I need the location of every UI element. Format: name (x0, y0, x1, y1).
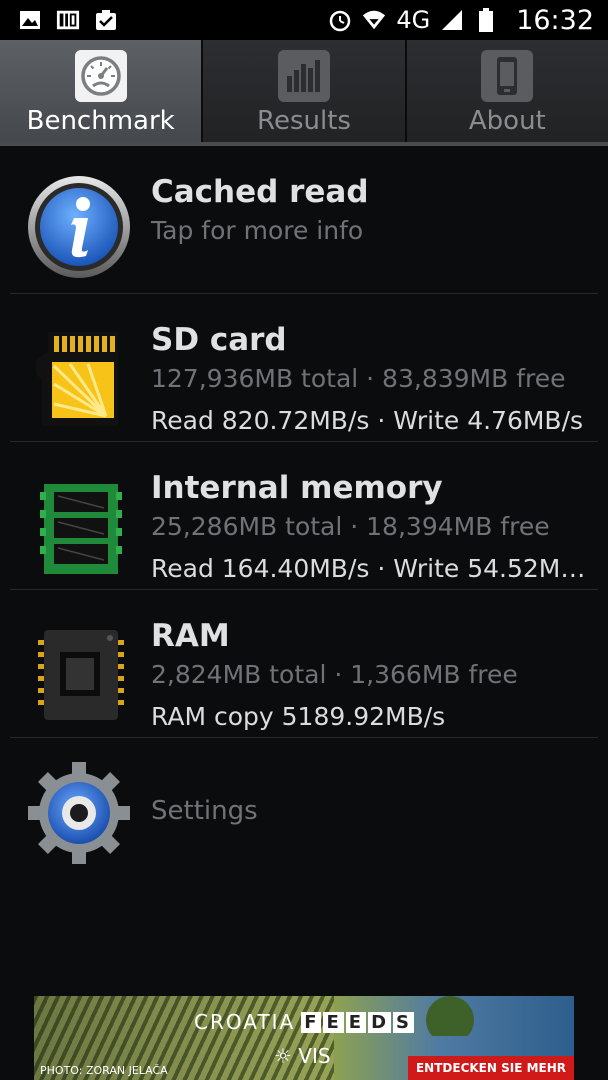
list-item-settings[interactable]: Settings (10, 738, 598, 888)
tab-benchmark[interactable]: Benchmark (0, 40, 204, 144)
sd-card-icon (26, 322, 136, 432)
alarm-icon (328, 8, 352, 32)
speedometer-icon (74, 50, 127, 102)
tab-label: Results (257, 106, 351, 136)
signal-icon (440, 8, 464, 32)
tab-label: About (468, 106, 546, 136)
settings-label: Settings (151, 796, 258, 826)
gear-icon (26, 760, 136, 870)
ad-feeds-logo: F E E D S (301, 1011, 414, 1033)
item-subtitle: 127,936MB total · 83,839MB free (151, 364, 566, 393)
bar-chart-icon (277, 50, 330, 102)
item-title: Cached read (151, 174, 369, 210)
item-title: RAM (151, 618, 230, 654)
ad-decoration (414, 996, 504, 1036)
news-notification-icon (56, 8, 80, 32)
item-subtitle: Tap for more info (151, 216, 364, 245)
item-subtitle: 2,824MB total · 1,366MB free (151, 660, 518, 689)
status-bar: 4G 16:32 (0, 0, 608, 40)
ad-feeds-letter: S (393, 1011, 414, 1033)
phone-icon (481, 50, 534, 102)
ad-feeds-letter: E (323, 1011, 344, 1033)
item-detail: RAM copy 5189.92MB/s (151, 702, 446, 731)
ad-photo-credit: PHOTO: ZORAN JELAČA (40, 1064, 168, 1077)
ad-banner[interactable]: CROATIA F E E D S ☼ VIS PHOTO: ZORAN JEL… (34, 996, 574, 1080)
ad-feeds-letter: E (345, 1011, 367, 1033)
list-item-cached-read[interactable]: Cached read Tap for more info (10, 146, 598, 294)
ad-feeds-letter: D (368, 1011, 392, 1033)
task-notification-icon (94, 8, 118, 32)
ad-title: CROATIA F E E D S (194, 1010, 414, 1034)
item-detail: Read 820.72MB/s · Write 4.76MB/s (151, 406, 584, 435)
ad-place: ☼ VIS (274, 1044, 331, 1068)
memory-chip-icon (26, 470, 136, 580)
ram-chip-icon (26, 618, 136, 728)
list-item-sd-card[interactable]: SD card 127,936MB total · 83,839MB free … (10, 294, 598, 442)
ad-cta-button[interactable]: ENTDECKEN SIE MEHR (408, 1056, 574, 1080)
ad-place-name: VIS (298, 1044, 331, 1068)
clock: 16:32 (516, 4, 594, 36)
ad-feeds-letter: F (301, 1011, 322, 1033)
battery-icon (474, 8, 498, 32)
item-detail: Read 164.40MB/s · Write 54.52MB/s (151, 554, 591, 583)
gallery-notification-icon (18, 8, 42, 32)
info-icon (26, 174, 136, 284)
list-item-ram[interactable]: RAM 2,824MB total · 1,366MB free RAM cop… (10, 590, 598, 738)
wifi-icon (362, 8, 386, 32)
tab-bar: Benchmark Results About (0, 40, 608, 146)
item-subtitle: 25,286MB total · 18,394MB free (151, 512, 550, 541)
item-title: SD card (151, 322, 287, 358)
tab-about[interactable]: About (406, 40, 608, 144)
ad-brand: CROATIA (194, 1010, 296, 1034)
list-item-internal-memory[interactable]: Internal memory 25,286MB total · 18,394M… (10, 442, 598, 590)
tab-label: Benchmark (26, 106, 175, 136)
network-type: 4G (396, 6, 431, 34)
benchmark-list: Cached read Tap for more info SD card 12… (0, 146, 608, 888)
item-title: Internal memory (151, 470, 443, 506)
tab-results[interactable]: Results (203, 40, 407, 144)
